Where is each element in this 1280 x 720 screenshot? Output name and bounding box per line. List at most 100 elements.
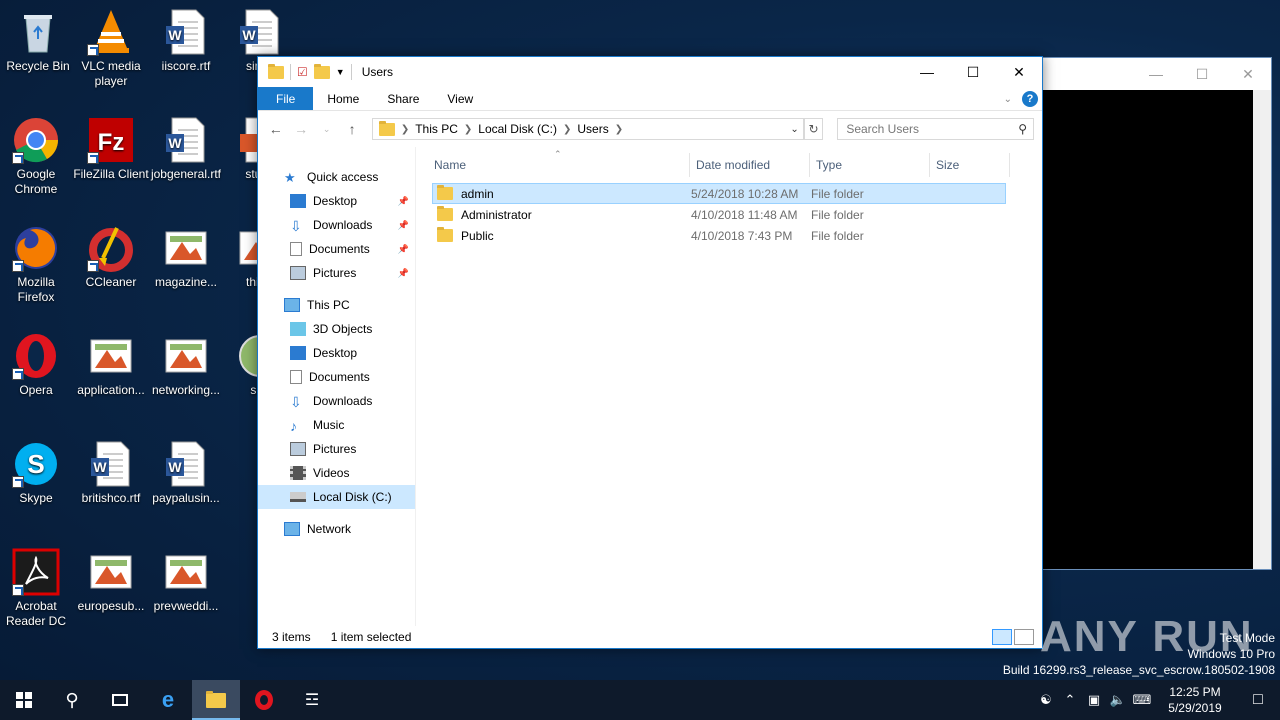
breadcrumb-local-disk[interactable]: Local Disk (C:) <box>478 122 557 136</box>
column-name[interactable]: Name <box>416 153 690 177</box>
nav-label: This PC <box>307 298 350 312</box>
desktop-icon-application[interactable]: application... <box>73 332 149 398</box>
desktop-icon-europesub[interactable]: europesub... <box>73 548 149 614</box>
back-arrow-icon[interactable]: ← <box>266 121 285 137</box>
nav-pictures[interactable]: Pictures <box>258 437 415 461</box>
file-row[interactable]: admin 5/24/2018 10:28 AM File folder <box>432 183 1006 204</box>
nav-quick-desktop[interactable]: Desktop 📌 <box>258 189 415 213</box>
nav-downloads[interactable]: ⇩ Downloads <box>258 389 415 413</box>
chevron-right-icon[interactable]: ❯ <box>615 124 623 135</box>
column-type[interactable]: Type <box>810 153 930 177</box>
acrobat-reader-icon <box>12 548 60 596</box>
background-console-window[interactable]: — ☐ ✕ <box>1032 57 1272 570</box>
nav-quick-access[interactable]: ★ Quick access <box>258 165 415 189</box>
desktop-icon-ccleaner[interactable]: CCleaner <box>73 224 149 290</box>
desktop-icon-networking[interactable]: networking... <box>148 332 224 398</box>
tab-view[interactable]: View <box>433 87 487 110</box>
chevron-right-icon[interactable]: ❯ <box>563 124 571 135</box>
pin-icon[interactable]: 📌 <box>398 268 409 279</box>
search-button[interactable]: ⚲ <box>48 680 96 720</box>
file-explorer-taskbar-button[interactable] <box>192 680 240 720</box>
customize-toolbar-icon[interactable]: ▼ <box>336 67 345 77</box>
volume-icon[interactable]: 🔈 <box>1106 692 1130 708</box>
nav-documents[interactable]: Documents <box>258 365 415 389</box>
action-center-icon[interactable]: □ <box>1236 691 1280 709</box>
desktop-icon-vlc[interactable]: VLC media player <box>73 8 149 89</box>
keyboard-icon[interactable]: ⌨ <box>1130 692 1154 708</box>
task-view-button[interactable] <box>96 680 144 720</box>
opera-taskbar-button[interactable] <box>240 680 288 720</box>
desktop-icon-firefox[interactable]: Mozilla Firefox <box>0 224 74 305</box>
pin-icon[interactable]: 📌 <box>398 196 409 207</box>
nav-label: Local Disk (C:) <box>313 490 392 504</box>
item-count: 3 items <box>272 630 311 644</box>
new-folder-icon[interactable] <box>313 63 330 79</box>
up-arrow-icon[interactable]: ↑ <box>342 121 361 137</box>
console-scrollbar[interactable] <box>1253 90 1271 569</box>
breadcrumb-users[interactable]: Users <box>577 122 608 136</box>
pin-icon[interactable]: 📌 <box>398 244 409 255</box>
forward-arrow-icon[interactable]: → <box>291 121 310 137</box>
desktop-icon-jobgeneral[interactable]: W jobgeneral.rtf <box>148 116 224 182</box>
close-icon[interactable]: ✕ <box>1225 66 1271 83</box>
nav-quick-downloads[interactable]: ⇩ Downloads 📌 <box>258 213 415 237</box>
windows-logo-icon <box>16 692 32 708</box>
nav-local-disk[interactable]: Local Disk (C:) <box>258 485 415 509</box>
chevron-right-icon[interactable]: ❯ <box>401 124 409 135</box>
clock[interactable]: 12:25 PM 5/29/2019 <box>1154 684 1236 716</box>
close-button[interactable]: ✕ <box>996 57 1042 87</box>
desktop-icon-opera[interactable]: Opera <box>0 332 74 398</box>
desktop-icon-magazine[interactable]: magazine... <box>148 224 224 290</box>
address-bar[interactable]: ❯ This PC ❯ Local Disk (C:) ❯ Users ❯ ⌄ <box>371 118 804 140</box>
nav-videos[interactable]: Videos <box>258 461 415 485</box>
tab-share[interactable]: Share <box>373 87 433 110</box>
file-row[interactable]: Administrator 4/10/2018 11:48 AM File fo… <box>432 204 1006 225</box>
chevron-down-icon[interactable]: ⌄ <box>790 124 798 135</box>
desktop-icon-iiscore[interactable]: W iiscore.rtf <box>148 8 224 74</box>
desktop-icon-britishco[interactable]: W britishco.rtf <box>73 440 149 506</box>
minimize-icon[interactable]: — <box>1133 66 1179 82</box>
pin-icon[interactable]: 📌 <box>398 220 409 231</box>
nav-music[interactable]: ♪ Music <box>258 413 415 437</box>
desktop-icon-prevweddi[interactable]: prevweddi... <box>148 548 224 614</box>
tab-home[interactable]: Home <box>313 87 373 110</box>
maximize-icon[interactable]: ☐ <box>1179 66 1225 83</box>
desktop-icon-acrobat[interactable]: Acrobat Reader DC <box>0 548 74 629</box>
edge-taskbar-button[interactable]: e <box>144 680 192 720</box>
network-status-icon[interactable]: ▣ <box>1082 692 1106 708</box>
people-icon[interactable]: ☯ <box>1034 692 1058 708</box>
desktop-icon-chrome[interactable]: Google Chrome <box>0 116 74 197</box>
desktop-icon-label: paypalusin... <box>152 491 220 505</box>
refresh-button[interactable]: ↻ <box>803 118 824 140</box>
nav-network[interactable]: Network <box>258 517 415 541</box>
nav-desktop[interactable]: Desktop <box>258 341 415 365</box>
expand-ribbon-icon[interactable]: ⌄ <box>1004 94 1012 105</box>
desktop-icon-label: britishco.rtf <box>81 491 141 505</box>
search-input[interactable]: Search Users ⚲ <box>837 118 1035 140</box>
desktop-icon-filezilla[interactable]: Fz FileZilla Client <box>73 116 149 182</box>
network-app-taskbar-button[interactable]: ☲ <box>288 680 336 720</box>
start-button[interactable] <box>0 680 48 720</box>
nav-quick-documents[interactable]: Documents 📌 <box>258 237 415 261</box>
file-row[interactable]: Public 4/10/2018 7:43 PM File folder <box>432 225 1006 246</box>
nav-3d-objects[interactable]: 3D Objects <box>258 317 415 341</box>
chevron-right-icon[interactable]: ❯ <box>464 124 472 135</box>
minimize-button[interactable]: — <box>904 57 950 87</box>
nav-this-pc[interactable]: This PC <box>258 293 415 317</box>
help-icon[interactable]: ? <box>1022 91 1038 107</box>
breadcrumb-this-pc[interactable]: This PC <box>415 122 458 136</box>
desktop-icon-label: iiscore.rtf <box>161 59 211 73</box>
tab-file[interactable]: File <box>258 87 314 110</box>
nav-quick-pictures[interactable]: Pictures 📌 <box>258 261 415 285</box>
chevron-up-icon[interactable]: ⌃ <box>1058 692 1082 708</box>
maximize-button[interactable]: ☐ <box>950 57 996 87</box>
desktop-icon-paypalusin[interactable]: W paypalusin... <box>148 440 224 506</box>
column-date-modified[interactable]: Date modified <box>690 153 810 177</box>
column-size[interactable]: Size <box>930 153 1010 177</box>
desktop-icon-skype[interactable]: S Skype <box>0 440 74 506</box>
desktop-icon-recycle-bin[interactable]: Recycle Bin <box>0 8 76 74</box>
file-type: File folder <box>811 186 864 201</box>
navigation-pane: ★ Quick access Desktop 📌 ⇩ Downloads 📌 D… <box>258 147 416 626</box>
recent-locations-icon[interactable]: ⌄ <box>317 124 336 135</box>
properties-icon[interactable]: ☑ <box>297 65 308 79</box>
